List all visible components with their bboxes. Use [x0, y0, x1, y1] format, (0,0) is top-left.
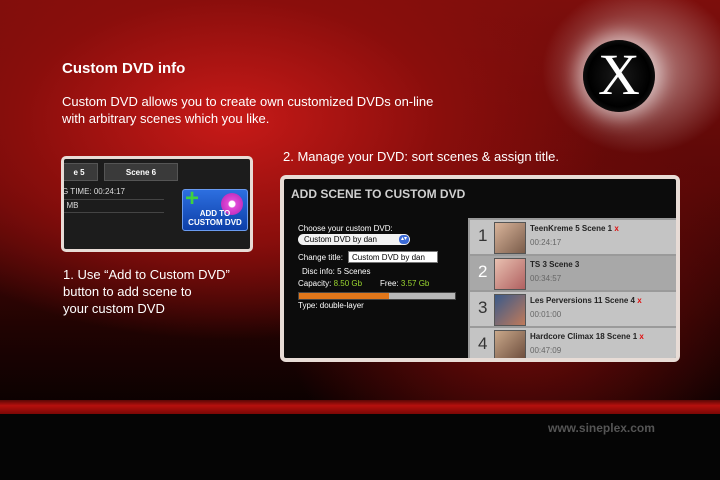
- free-value: 3.57 Gb: [400, 279, 430, 288]
- plus-icon: +: [185, 185, 200, 212]
- logo-letter: X: [598, 42, 640, 107]
- step2-caption: 2. Manage your DVD: sort scenes & assign…: [283, 149, 560, 164]
- scene-list: 1 TeenKreme 5 Scene 1 x 00:24:17 2 TS 3 …: [468, 218, 676, 358]
- scene-size-info: : MB: [64, 201, 79, 210]
- scene-duration: 00:01:00: [530, 310, 562, 319]
- x-logo-icon: X: [583, 40, 655, 112]
- scene-thumbnail: [494, 222, 526, 254]
- scene-duration: 00:47:09: [530, 346, 562, 355]
- scene-thumbnail: [494, 330, 526, 358]
- divider: [64, 199, 164, 200]
- change-title-label: Change title:: [298, 253, 343, 262]
- remove-scene-icon[interactable]: x: [614, 224, 618, 233]
- site-url: www.sineplex.com: [548, 421, 655, 435]
- panel-title: ADD SCENE TO CUSTOM DVD: [291, 187, 466, 201]
- add-to-custom-dvd-button[interactable]: + ADD TO CUSTOM DVD: [182, 185, 248, 231]
- scene-number: 1: [478, 226, 488, 245]
- step1-line: button to add scene to: [63, 284, 192, 299]
- button-label: ADD TO: [199, 209, 231, 218]
- step1-line: your custom DVD: [63, 301, 165, 316]
- step1-line: 1. Use “Add to Custom DVD”: [63, 267, 230, 282]
- intro-line: Custom DVD allows you to create own cust…: [62, 94, 434, 109]
- disc-type: Type: double-layer: [298, 301, 364, 310]
- divider: [64, 212, 164, 213]
- scene-time-info: G TIME: 00:24:17: [64, 187, 125, 196]
- scene-title: Hardcore Climax 18 Scene 1 x: [530, 332, 644, 341]
- intro-text: Custom DVD allows you to create own cust…: [62, 93, 482, 127]
- capacity-info: Capacity: 8.50 Gb: [298, 279, 362, 288]
- capacity-label: Capacity:: [298, 279, 332, 288]
- red-divider-stripe: [0, 400, 720, 414]
- add-to-dvd-screenshot: e 5 Scene 6 G TIME: 00:24:17 : MB + ADD …: [61, 156, 253, 252]
- disc-info: Disc info: 5 Scenes: [302, 267, 371, 276]
- scene-title: TS 3 Scene 3: [530, 260, 580, 269]
- remove-scene-icon[interactable]: x: [639, 332, 643, 341]
- button-label: CUSTOM DVD: [188, 218, 242, 227]
- scene-list-item[interactable]: 3 Les Perversions 11 Scene 4 x 00:01:00: [470, 292, 676, 326]
- custom-dvd-select[interactable]: Custom DVD by dan ▴▾: [298, 234, 410, 245]
- page-title: Custom DVD info: [62, 60, 186, 77]
- select-value: Custom DVD by dan: [304, 235, 377, 244]
- scene-title: Les Perversions 11 Scene 4 x: [530, 296, 642, 305]
- scene-number: 3: [478, 298, 488, 317]
- choose-dvd-label: Choose your custom DVD:: [298, 224, 393, 233]
- tab-scene-5[interactable]: e 5: [64, 163, 98, 181]
- scene-number: 4: [478, 334, 488, 353]
- capacity-bar-fill: [299, 293, 390, 299]
- free-info: Free: 3.57 Gb: [380, 279, 429, 288]
- scene-duration: 00:24:17: [530, 238, 562, 247]
- capacity-value: 8.50 Gb: [333, 279, 363, 288]
- scene-title: TeenKreme 5 Scene 1 x: [530, 224, 619, 233]
- scene-list-item[interactable]: 2 TS 3 Scene 3 00:34:57: [470, 256, 676, 290]
- tab-scene-6[interactable]: Scene 6: [104, 163, 178, 181]
- intro-line: with arbitrary scenes which you like.: [62, 111, 270, 126]
- free-label: Free:: [380, 279, 399, 288]
- scene-list-item[interactable]: 1 TeenKreme 5 Scene 1 x 00:24:17: [470, 220, 676, 254]
- manage-dvd-screenshot: ADD SCENE TO CUSTOM DVD Choose your cust…: [280, 175, 680, 362]
- scene-number: 2: [478, 262, 488, 281]
- scene-duration: 00:34:57: [530, 274, 562, 283]
- remove-scene-icon[interactable]: x: [637, 296, 641, 305]
- scene-list-item[interactable]: 4 Hardcore Climax 18 Scene 1 x 00:47:09: [470, 328, 676, 358]
- select-arrows-icon: ▴▾: [399, 235, 409, 244]
- capacity-bar: [298, 292, 456, 300]
- scene-thumbnail: [494, 294, 526, 326]
- dvd-title-input[interactable]: Custom DVD by dan: [348, 251, 438, 263]
- step1-caption: 1. Use “Add to Custom DVD” button to add…: [63, 266, 273, 317]
- scene-thumbnail: [494, 258, 526, 290]
